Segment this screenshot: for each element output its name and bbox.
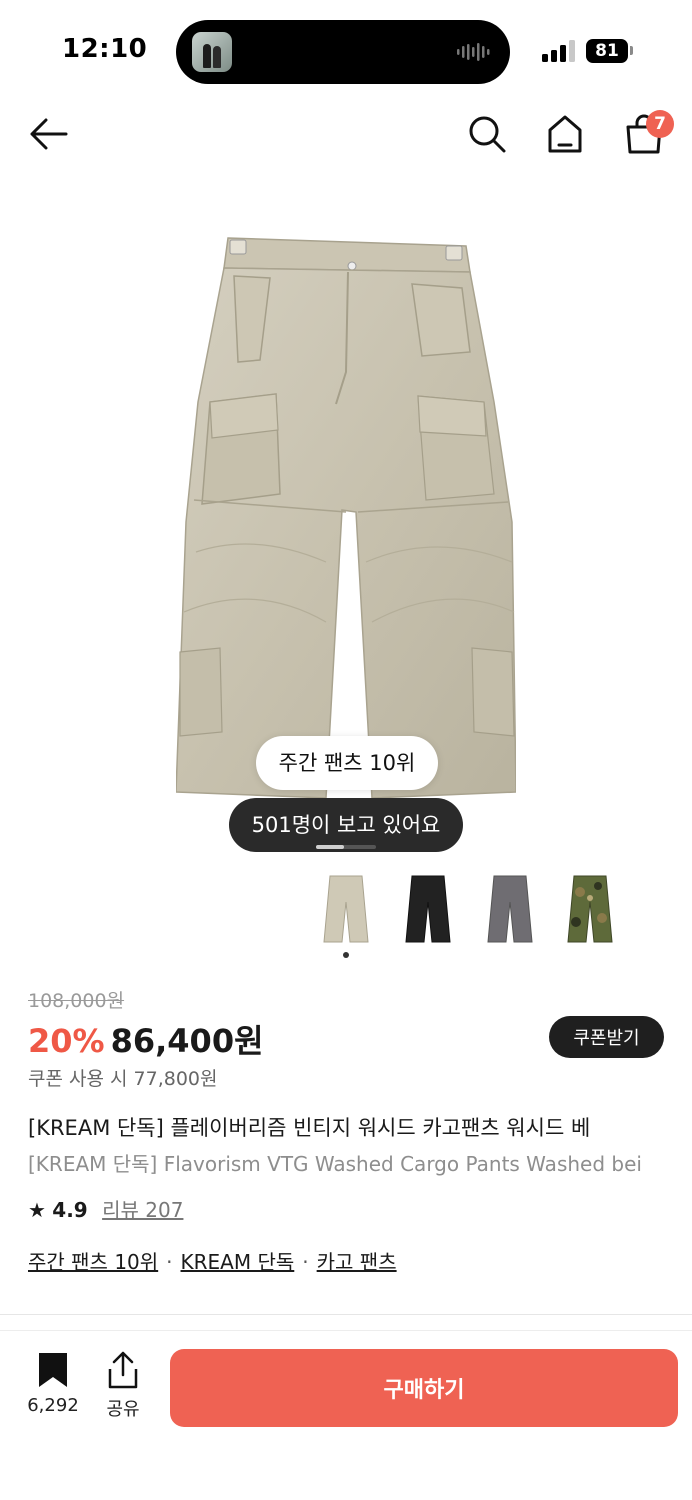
cart-count-badge: 7 — [646, 110, 674, 138]
weekly-rank-pill[interactable]: 주간 팬츠 10위 — [256, 736, 438, 790]
now-playing-artwork — [192, 32, 232, 72]
color-option-beige[interactable] — [318, 872, 374, 946]
original-price: 108,000원 — [28, 990, 125, 1012]
color-option-gray[interactable] — [482, 872, 538, 946]
bottom-action-bar: 6,292 공유 구매하기 — [0, 1330, 692, 1500]
battery-cap — [630, 46, 633, 55]
audio-waveform-icon — [457, 43, 490, 61]
bookmark-icon — [39, 1353, 67, 1387]
rating-value: 4.9 — [52, 1198, 88, 1222]
tag-separator: · — [166, 1250, 173, 1274]
arrow-left-icon[interactable] — [26, 112, 70, 156]
home-icon[interactable] — [543, 112, 587, 156]
search-icon[interactable] — [465, 112, 509, 156]
battery-indicator: 81 — [586, 39, 628, 63]
sale-price: 86,400원 — [110, 1022, 264, 1060]
price-row: 20% 86,400원 — [28, 1016, 264, 1060]
color-option-camo[interactable] — [562, 872, 618, 946]
star-icon: ★ — [28, 1198, 46, 1222]
carousel-dot — [343, 952, 349, 958]
cellular-signal-icon — [542, 40, 575, 62]
tag-kream-exclusive[interactable]: KREAM 단독 — [181, 1250, 295, 1274]
color-option-black[interactable] — [400, 872, 456, 946]
rating-row: ★ 4.9 리뷰 207 — [28, 1194, 183, 1222]
tag-weekly-rank[interactable]: 주간 팬츠 10위 — [28, 1250, 158, 1274]
status-bar: 12:10 81 — [0, 0, 692, 100]
tag-cargo-pants[interactable]: 카고 팬츠 — [317, 1250, 397, 1274]
product-title-en: [KREAM 단독] Flavorism VTG Washed Cargo Pa… — [28, 1152, 642, 1176]
tag-separator: · — [302, 1250, 309, 1274]
discount-rate: 20% — [28, 1022, 105, 1060]
product-image[interactable] — [176, 232, 516, 802]
save-button[interactable]: 6,292 — [20, 1351, 86, 1423]
share-icon — [108, 1351, 138, 1389]
viewers-count-pill: 501명이 보고 있어요 — [229, 798, 463, 852]
buy-button[interactable]: 구매하기 — [170, 1349, 678, 1427]
share-label: 공유 — [106, 1399, 140, 1420]
share-button[interactable]: 공유 — [100, 1351, 146, 1423]
product-title-ko: [KREAM 단독] 플레이버리즘 빈티지 워시드 카고팬츠 워시드 베 — [28, 1116, 591, 1140]
get-coupon-button[interactable]: 쿠폰받기 — [549, 1016, 664, 1058]
coupon-price: 쿠폰 사용 시 77,800원 — [28, 1068, 218, 1090]
top-nav — [0, 104, 692, 164]
color-options — [318, 872, 628, 948]
review-link[interactable]: 리뷰 207 — [102, 1198, 183, 1222]
dynamic-island[interactable] — [176, 20, 510, 84]
tag-row: 주간 팬츠 10위 · KREAM 단독 · 카고 팬츠 — [28, 1246, 397, 1275]
section-divider — [0, 1314, 692, 1315]
save-count: 6,292 — [27, 1395, 79, 1416]
status-time: 12:10 — [62, 34, 148, 64]
image-pager-progress — [316, 845, 344, 849]
